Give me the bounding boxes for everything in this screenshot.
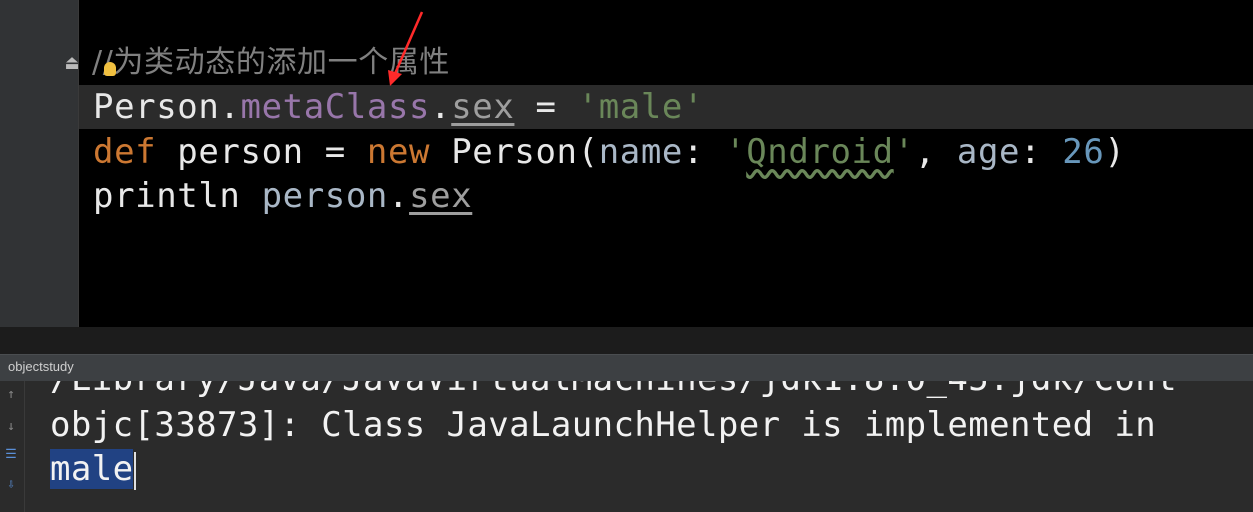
object-token: person bbox=[261, 176, 388, 216]
property-token: sex bbox=[409, 176, 473, 216]
selected-output-text[interactable]: male bbox=[50, 449, 134, 489]
soft-wrap-icon[interactable]: ☰ bbox=[3, 447, 19, 463]
code-line-3[interactable]: println person.sex bbox=[93, 174, 472, 218]
lightbulb-icon[interactable] bbox=[104, 62, 116, 76]
up-arrow-icon[interactable]: ↑ bbox=[3, 387, 19, 403]
class-token: Person( bbox=[430, 132, 599, 172]
panel-divider[interactable] bbox=[0, 327, 1253, 354]
dot-token: . bbox=[387, 176, 410, 216]
println-token: println bbox=[93, 176, 262, 216]
string-token: Qndroid bbox=[746, 132, 894, 172]
code-line-2[interactable]: def person = new Person(name: 'Qndroid',… bbox=[93, 130, 1126, 174]
annotation-arrow-icon bbox=[388, 11, 424, 86]
console-output[interactable]: /Library/Java/JavaVirtualMachines/jdk1.8… bbox=[25, 381, 1253, 512]
code-line-1[interactable]: Person.metaClass.sex = 'male' bbox=[79, 85, 1253, 129]
quote-token: ' bbox=[893, 132, 915, 172]
quote-token: ' bbox=[725, 132, 747, 172]
comma-token: , bbox=[914, 132, 957, 172]
run-toolbar: ↑ ↓ ☰ ⇩ bbox=[0, 381, 25, 512]
paren-token: ) bbox=[1104, 132, 1126, 172]
dot-token: . bbox=[219, 87, 241, 127]
assign-token: = bbox=[514, 87, 578, 127]
class-token: Person bbox=[93, 87, 220, 127]
down-arrow-icon[interactable]: ↓ bbox=[3, 419, 19, 435]
string-token: 'male' bbox=[577, 87, 705, 127]
param-name: name bbox=[598, 132, 683, 172]
run-tab-title[interactable]: objectstudy bbox=[8, 359, 74, 374]
property-token: sex bbox=[451, 87, 515, 127]
text-cursor bbox=[134, 451, 137, 490]
colon-token: : bbox=[1020, 132, 1063, 172]
colon-token: : bbox=[682, 132, 726, 172]
fold-icon[interactable]: ⏏ bbox=[66, 50, 86, 74]
console-line-warning: objc[33873]: Class JavaLaunchHelper is i… bbox=[50, 405, 1157, 445]
dot-token: . bbox=[430, 87, 452, 127]
number-token: 26 bbox=[1062, 132, 1105, 172]
metaclass-token: metaClass bbox=[240, 87, 431, 127]
keyword-new: new bbox=[366, 132, 431, 172]
run-panel-header[interactable]: objectstudy bbox=[0, 354, 1253, 381]
param-age: age bbox=[956, 132, 1021, 172]
var-token: person = bbox=[156, 132, 367, 172]
console-line-result: male bbox=[50, 449, 137, 490]
console-line-path: /Library/Java/JavaVirtualMachines/jdk1.8… bbox=[50, 381, 1177, 399]
keyword-def: def bbox=[93, 132, 157, 172]
scroll-to-end-icon[interactable]: ⇩ bbox=[3, 477, 19, 493]
